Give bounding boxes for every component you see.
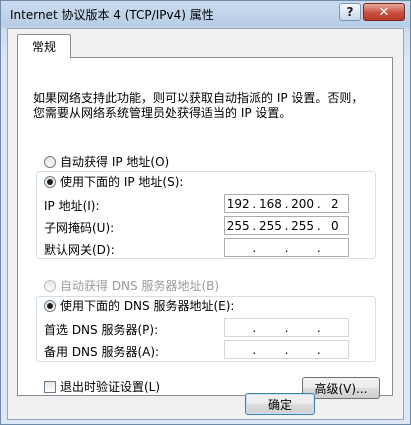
tab-general[interactable]: 常规 xyxy=(17,34,71,58)
validate-on-exit-checkbox[interactable] xyxy=(44,380,56,393)
alternate-dns-field[interactable]: ... xyxy=(224,340,349,359)
default-gateway-label: 默认网关(D): xyxy=(44,243,115,257)
advanced-button-label: 高级(V)... xyxy=(314,381,368,396)
mask-octet-1[interactable]: 255 xyxy=(225,219,251,233)
ip-octet-4[interactable]: 2 xyxy=(322,197,348,211)
general-tab-panel: 如果网络支持此功能，则可以获取自动指派的 IP 设置。否则， 您需要从网络系统管… xyxy=(17,57,393,399)
auto-dns-radio-row[interactable]: 自动获得 DNS 服务器地址(B) xyxy=(44,277,219,294)
subnet-mask-label: 子网掩码(U): xyxy=(44,221,115,235)
manual-dns-radio-row[interactable]: 使用下面的 DNS 服务器地址(E): xyxy=(44,297,238,314)
manual-ip-radio-row[interactable]: 使用下面的 IP 地址(S): xyxy=(44,173,187,190)
ip-address-field[interactable]: 192. 168. 200. 2 xyxy=(224,194,349,213)
manual-dns-radio[interactable] xyxy=(44,299,56,312)
auto-ip-radio-row[interactable]: 自动获得 IP 地址(O) xyxy=(44,153,169,170)
mask-octet-4[interactable]: 0 xyxy=(322,219,348,233)
validate-on-exit-row[interactable]: 退出时验证设置(L) xyxy=(44,378,160,395)
auto-ip-label: 自动获得 IP 地址(O) xyxy=(60,155,170,169)
window-title: Internet 协议版本 4 (TCP/IPv4) 属性 xyxy=(10,8,214,22)
manual-ip-radio[interactable] xyxy=(44,175,56,188)
dialog-client-area: 常规 如果网络支持此功能，则可以获取自动指派的 IP 设置。否则， 您需要从网络… xyxy=(7,28,404,420)
preferred-dns-label: 首选 DNS 服务器(P): xyxy=(44,323,159,337)
auto-dns-radio[interactable] xyxy=(44,279,56,292)
ok-button[interactable]: 确定 xyxy=(245,393,315,415)
tab-label: 常规 xyxy=(31,40,56,54)
alternate-dns-label: 备用 DNS 服务器(A): xyxy=(44,345,160,359)
dialog-window: Internet 协议版本 4 (TCP/IPv4) 属性 ? ✕ 常规 如果网… xyxy=(0,0,411,425)
manual-ip-label: 使用下面的 IP 地址(S): xyxy=(60,175,184,189)
auto-dns-label: 自动获得 DNS 服务器地址(B) xyxy=(60,279,220,293)
help-button[interactable]: ? xyxy=(339,3,361,21)
ip-octet-2[interactable]: 168 xyxy=(257,197,283,211)
auto-ip-radio[interactable] xyxy=(44,155,56,168)
preferred-dns-field[interactable]: ... xyxy=(224,318,349,337)
validate-on-exit-label: 退出时验证设置(L) xyxy=(60,380,161,394)
mask-octet-3[interactable]: 255 xyxy=(289,219,315,233)
manual-dns-label: 使用下面的 DNS 服务器地址(E): xyxy=(60,299,235,313)
ip-octet-3[interactable]: 200 xyxy=(289,197,315,211)
description-line-2: 您需要从网络系统管理员处获得适当的 IP 设置。 xyxy=(33,106,292,120)
close-icon: ✕ xyxy=(378,4,390,20)
ok-button-label: 确定 xyxy=(267,397,292,412)
description-line-1: 如果网络支持此功能，则可以获取自动指派的 IP 设置。否则， xyxy=(33,91,364,105)
title-bar[interactable]: Internet 协议版本 4 (TCP/IPv4) 属性 ? ✕ xyxy=(1,1,411,27)
ip-octet-1[interactable]: 192 xyxy=(225,197,251,211)
mask-octet-2[interactable]: 255 xyxy=(257,219,283,233)
default-gateway-field[interactable]: ... xyxy=(224,238,349,257)
subnet-mask-field[interactable]: 255. 255. 255. 0 xyxy=(224,216,349,235)
help-icon: ? xyxy=(346,5,354,19)
close-button[interactable]: ✕ xyxy=(363,3,405,21)
ip-address-label: IP 地址(I): xyxy=(44,199,100,213)
description-text: 如果网络支持此功能，则可以获取自动指派的 IP 设置。否则， 您需要从网络系统管… xyxy=(33,91,383,121)
